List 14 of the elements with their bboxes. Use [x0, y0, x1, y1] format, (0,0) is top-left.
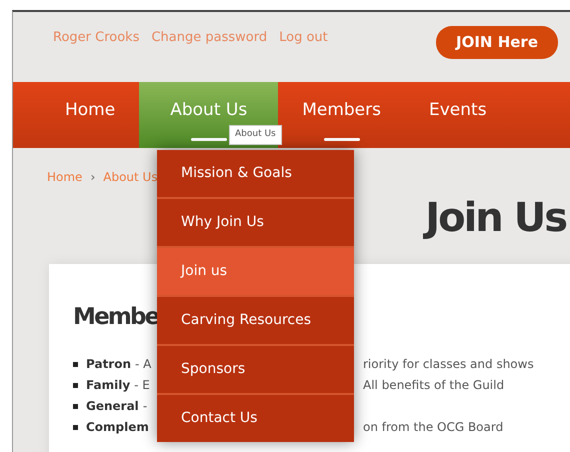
membership-text: riority for classes and shows	[363, 356, 534, 374]
membership-text: All benefits of the Guild	[363, 377, 504, 394]
section-heading: Membe	[73, 304, 159, 332]
tooltip: About Us	[229, 125, 282, 144]
page-title: Join Us	[425, 194, 566, 242]
membership-text: - E	[134, 377, 150, 394]
breadcrumb-separator: ›	[90, 169, 96, 186]
membership-text: -	[142, 398, 148, 416]
membership-term: Complem	[86, 419, 149, 436]
membership-text: on from the OCG Board	[363, 419, 504, 436]
membership-term: General	[86, 398, 139, 416]
membership-term: Patron	[86, 356, 132, 374]
membership-term: Family	[86, 377, 130, 394]
membership-text: - A	[135, 356, 152, 374]
